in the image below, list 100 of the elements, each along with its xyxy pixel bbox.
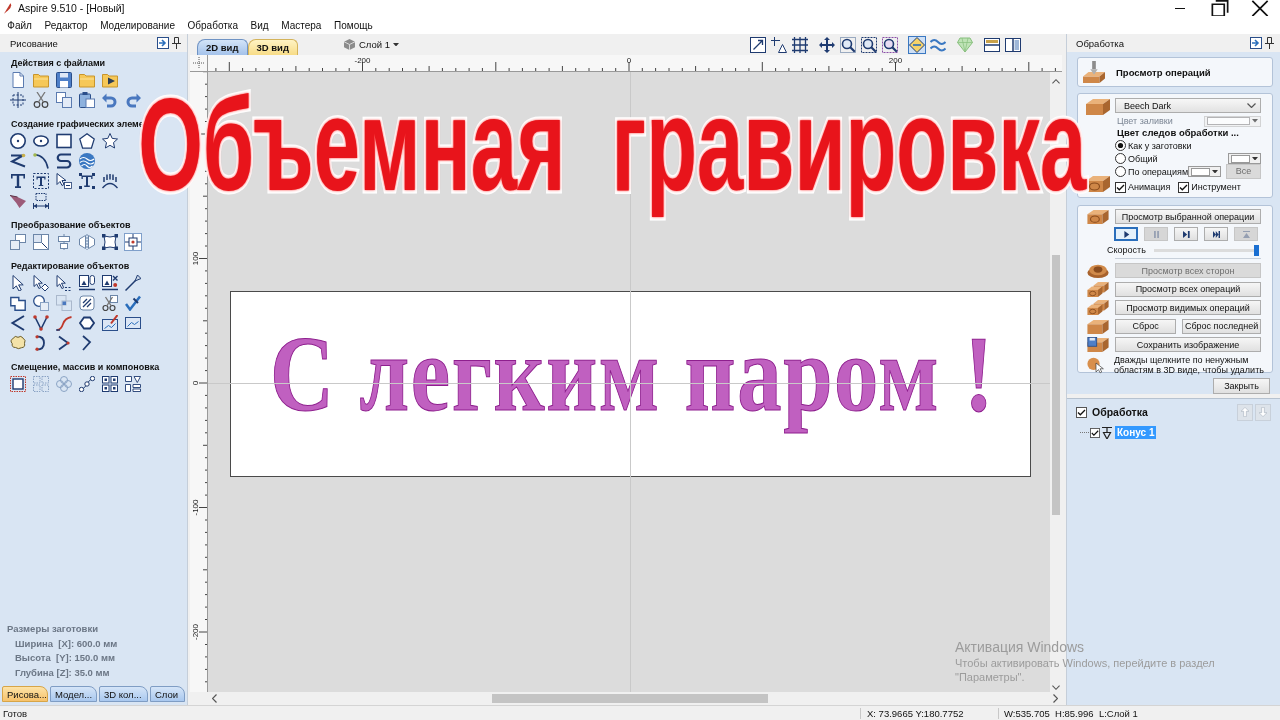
action-button[interactable]: Просмотр всех операций [1115,281,1261,297]
fast-forward-button[interactable] [1204,227,1228,241]
radio-button[interactable] [1115,153,1126,164]
color-dropdown[interactable] [1228,153,1261,164]
polyline-icon[interactable] [9,152,27,170]
letter-t-icon[interactable] [9,172,27,190]
pin-icon[interactable] [172,37,181,49]
dimension-icon[interactable] [32,192,50,210]
menu-item[interactable]: Мастера [274,19,328,31]
new-document-icon[interactable] [9,71,27,89]
auto-hide-icon[interactable] [1250,37,1262,49]
menu-item[interactable]: Моделирование [93,19,182,31]
bumpy-loop-icon[interactable] [9,334,27,352]
speed-slider[interactable] [1154,244,1259,256]
action-button[interactable]: Сброс [1115,318,1177,334]
grid-icon[interactable] [791,35,809,54]
offset-icon[interactable] [9,375,27,393]
tiles-icon[interactable] [101,375,119,393]
v-node-icon[interactable] [32,314,50,332]
curve-node-icon[interactable] [55,314,73,332]
pan-icon[interactable] [818,35,836,54]
pentagon-icon[interactable] [78,132,96,150]
zoom-fit-icon[interactable] [860,35,878,54]
panel-tab[interactable]: 3D кол... [99,686,148,702]
checkbox[interactable] [1076,406,1087,418]
menu-item[interactable]: Редактор [38,19,94,31]
chevron-up-icon[interactable] [1052,79,1060,84]
scrollbar-thumb[interactable] [1052,255,1060,515]
split-vertical-icon[interactable] [1004,35,1022,54]
spiral-icon[interactable] [78,152,96,170]
pointer-icon[interactable] [9,274,27,292]
checkbox[interactable] [1115,181,1126,193]
ungroup-icon[interactable] [101,274,119,292]
align-icon[interactable] [55,233,73,251]
text-handles-icon[interactable] [78,172,96,190]
pointer-dots-icon[interactable] [55,274,73,292]
checkbox[interactable] [1178,181,1190,193]
redo-icon[interactable] [124,91,142,109]
zoom-box-icon[interactable] [749,35,767,54]
text-frame-icon[interactable] [32,172,50,190]
layer-dropdown[interactable]: Слой 1 [342,38,402,51]
radio-button[interactable] [1115,140,1126,151]
view-tab[interactable]: 3D вид [247,39,298,55]
path-array-icon[interactable] [78,375,96,393]
checkmark-icon[interactable] [124,294,142,312]
arc-icon[interactable] [32,152,50,170]
checkbox[interactable] [1090,427,1100,438]
chevron-down-icon[interactable] [1052,685,1060,690]
zoom-icon[interactable] [839,35,857,54]
weld-icon[interactable] [9,294,27,312]
chevron-left-icon[interactable] [212,694,217,703]
pin-icon[interactable] [1265,37,1274,49]
slider-thumb[interactable] [1254,244,1259,256]
move-icon[interactable] [9,233,27,251]
snap-icon[interactable] [770,35,788,54]
action-button[interactable]: Сохранить изображение [1115,337,1261,352]
scale-icon[interactable] [32,233,50,251]
menu-item[interactable]: Файл [1,19,39,31]
action-button[interactable]: Сброс последней [1182,318,1261,334]
center-icon[interactable] [124,233,142,251]
diamond-icon[interactable] [908,35,926,54]
split-horizontal-icon[interactable] [983,35,1001,54]
scrollbar-thumb[interactable] [492,694,768,703]
wedge-icon[interactable] [9,192,27,210]
selection-frame-icon[interactable] [9,91,27,109]
rectangle-icon[interactable] [55,132,73,150]
color-dropdown[interactable] [1188,166,1222,177]
pointer-text-icon[interactable] [55,172,73,190]
radio-label[interactable]: Как у заготовки [1128,140,1192,151]
copy-icon[interactable] [55,91,73,109]
menu-item[interactable]: Помощь [327,19,379,31]
nesting-icon[interactable] [124,375,142,393]
action-button[interactable]: Просмотр видимых операций [1115,300,1261,315]
distort-icon[interactable] [101,233,119,251]
menu-item[interactable]: Вид [244,19,275,31]
step-forward-button[interactable] [1174,227,1198,241]
checkbox-label[interactable]: Анимация [1128,182,1171,192]
auto-hide-icon[interactable] [157,37,169,49]
minimize-icon[interactable] [1175,7,1185,9]
subtract-icon[interactable] [32,294,50,312]
menu-item[interactable]: Обработка [181,19,245,31]
s-curve-icon[interactable] [55,152,73,170]
clipboard-icon[interactable] [78,91,96,109]
group-icon[interactable] [78,274,96,292]
radio-label[interactable]: По операциям [1128,166,1189,177]
hatched-box-icon[interactable] [78,294,96,312]
mirror-icon[interactable] [78,233,96,251]
play-button[interactable] [1114,227,1138,241]
zoom-selection-icon[interactable] [881,35,899,54]
scissors-icon[interactable] [32,91,50,109]
loop-icon[interactable] [78,314,96,332]
panel-tab[interactable]: Слои [150,686,185,702]
knife-icon[interactable] [124,274,142,292]
folder-arrow-icon[interactable] [101,71,119,89]
panel-tab[interactable]: Модел... [50,686,97,702]
radio-label[interactable]: Общий [1128,153,1158,164]
checkbox-label[interactable]: Инструмент [1191,182,1241,192]
chevron-right-icon[interactable] [1053,694,1058,703]
close-button[interactable]: Закрыть [1213,378,1270,394]
star-icon[interactable] [101,132,119,150]
